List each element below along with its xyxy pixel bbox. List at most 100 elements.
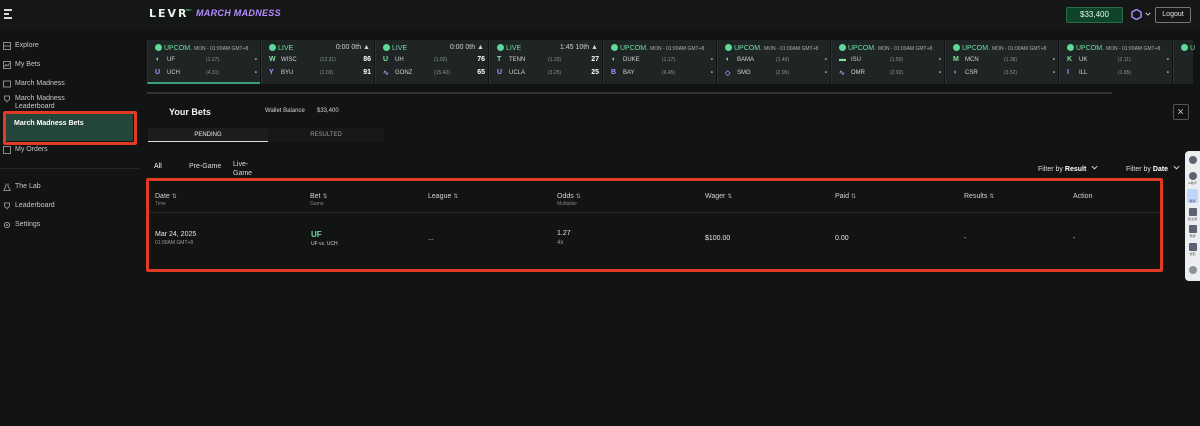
game-status: UPCOM. MON - 01:00AM GMT+8 (839, 44, 943, 53)
filter-livegame[interactable]: Live-Game (233, 160, 257, 178)
tab-pending[interactable]: PENDING (148, 128, 268, 142)
orders-icon (3, 146, 11, 154)
team-score: 25 (591, 69, 599, 76)
chain-icon[interactable] (1131, 9, 1142, 20)
game-card[interactable]: LIVE 1:45 10th ▲ T TENN (1.33) 27 U UCLA (3.25)… (489, 40, 602, 84)
logo-sub: BET (186, 8, 192, 12)
status-text: UPCOM. (620, 45, 648, 52)
chevron-down-icon[interactable] (1145, 11, 1151, 17)
team-odds: (1.85) (1118, 70, 1132, 76)
team-name: GONZ (395, 70, 413, 76)
status-dot-icon (155, 44, 162, 51)
logout-button[interactable]: Logout (1155, 7, 1191, 23)
game-card[interactable]: UPCOM. MON - 01:00AM GMT+8 K UK (2.11) - I ILL… (1059, 40, 1172, 84)
team-name: UF (167, 57, 175, 63)
team-row: ∿ OMR (2.92) - (839, 69, 943, 78)
team-odds: (12.31) (320, 57, 336, 63)
game-card[interactable]: UPCOM. MON - 01:00AM GMT+8 ◖ DUKE (1.17) - B B… (603, 40, 716, 84)
status-dot-icon (953, 44, 960, 51)
ticker-scrollbar[interactable] (147, 92, 1112, 94)
status-text: UPCOM. (962, 45, 990, 52)
status-time: MON - 01:00AM GMT+8 (649, 46, 705, 52)
record-icon[interactable] (1189, 225, 1197, 233)
team-odds: (1.27) (206, 57, 220, 63)
team-logo-icon: Y (269, 69, 274, 76)
side-label: 翻译 (1189, 199, 1196, 203)
status-text: LIVE (278, 45, 294, 52)
filter-value: Result (1064, 166, 1087, 173)
team-name: UCH (167, 70, 180, 76)
game-card[interactable]: U (1173, 40, 1195, 84)
status-time: MON - 01:00AM GMT+8 (193, 46, 249, 52)
filter-pregame[interactable]: Pre-Game (189, 163, 221, 170)
team-score: - (1052, 56, 1055, 63)
game-card[interactable]: LIVE 0:00 0th ▲ U UH (1.02) 76 ∿ GONZ (15.42) 65 (375, 40, 488, 84)
filter-by-result[interactable]: Filter by Result (1038, 164, 1098, 173)
team-odds: (3.52) (1004, 70, 1018, 76)
shield-icon[interactable] (1189, 156, 1197, 164)
tab-resulted[interactable]: RESULTED (268, 128, 384, 142)
team-logo-icon: U (497, 69, 503, 76)
game-card[interactable]: LIVE 0:00 0th ▲ W WISC (12.31) 86 Y BYU (1.03) 9… (261, 40, 374, 84)
game-card[interactable]: UPCOM. MON - 01:00AM GMT+8 M MCN (1.38) - ◗ CS… (945, 40, 1058, 84)
team-name: OMR (851, 70, 865, 76)
team-row: ◖ DUKE (1.17) - (611, 56, 715, 65)
team-score: 65 (477, 69, 485, 76)
status-dot-icon (269, 44, 276, 51)
team-name: DUKE (623, 57, 640, 63)
bets-icon (3, 61, 11, 69)
assistant-icon[interactable] (1189, 172, 1197, 180)
status-text: UPCOM. (1076, 45, 1104, 52)
sidebar-item-label: Settings (15, 221, 41, 228)
team-name: SMG (737, 70, 751, 76)
team-odds: (6.45) (662, 70, 676, 76)
close-button[interactable] (1173, 104, 1189, 120)
team-odds: (2.11) (1118, 57, 1131, 63)
status-text: LIVE (506, 45, 522, 52)
team-logo-icon: B (611, 69, 617, 76)
team-logo-icon: U (155, 69, 161, 76)
filter-by-date[interactable]: Filter by Date (1126, 164, 1180, 173)
screenshot-icon[interactable] (1189, 208, 1197, 216)
filter-all[interactable]: All (154, 163, 162, 170)
balance-button[interactable]: $33,400 (1066, 7, 1123, 23)
status-dot-icon (725, 44, 732, 51)
team-logo-icon: W (269, 56, 276, 63)
levr-logo[interactable]: LEVR (149, 7, 189, 20)
status-dot-icon (497, 44, 504, 51)
search-icon[interactable] (1189, 243, 1197, 251)
team-logo-icon: T (497, 56, 502, 63)
team-row: ◖ BAMA (1.49) - (725, 56, 829, 65)
team-score: - (824, 56, 827, 63)
team-logo-icon: K (1067, 56, 1073, 63)
team-name: ISU (851, 57, 862, 63)
leaderboard-icon (4, 202, 10, 210)
team-row: ▬ ISU (1.50) - (839, 56, 943, 65)
game-status: UPCOM. MON - 01:00AM GMT+8 (725, 44, 829, 53)
team-row: U UH (1.02) 76 (383, 56, 487, 65)
chevron-down-icon (1173, 165, 1180, 170)
team-score: 27 (591, 56, 599, 63)
status-text: UPCOM. (734, 45, 762, 52)
game-card[interactable]: UPCOM. MON - 01:00AM GMT+8 ◖ UF (1.27) - U UCH… (147, 40, 260, 84)
compass-icon (3, 42, 11, 50)
team-odds: (1.17) (662, 57, 676, 63)
team-name: UH (395, 57, 404, 63)
game-status: UPCOM. MON - 01:00AM GMT+8 (953, 44, 1057, 53)
settings-icon[interactable] (1189, 266, 1197, 274)
team-name: WISC (281, 57, 297, 63)
team-row: ◖ UF (1.27) - (155, 56, 259, 65)
game-card[interactable]: UPCOM. MON - 01:00AM GMT+8 ▬ ISU (1.50) - ∿ OM… (831, 40, 944, 84)
team-row: W WISC (12.31) 86 (269, 56, 373, 65)
menu-icon[interactable] (4, 9, 12, 19)
team-name: BAY (623, 70, 635, 76)
game-card[interactable]: UPCOM. MON - 01:00AM GMT+8 ◖ BAMA (1.49) - ◇ S… (717, 40, 830, 84)
sidebar: Explore My Bets March Madness March Madn… (0, 30, 140, 426)
top-bar: LEVR BET MARCH MADNESS $33,400 Logout (0, 0, 1200, 30)
status-text: UPCOM. (848, 45, 876, 52)
flask-icon (3, 183, 11, 191)
team-score: - (710, 56, 713, 63)
team-name: ILL (1079, 70, 1088, 76)
sidebar-item-label: March Madness Leaderboard (15, 95, 65, 110)
status-text: UPCOM. (164, 45, 192, 52)
